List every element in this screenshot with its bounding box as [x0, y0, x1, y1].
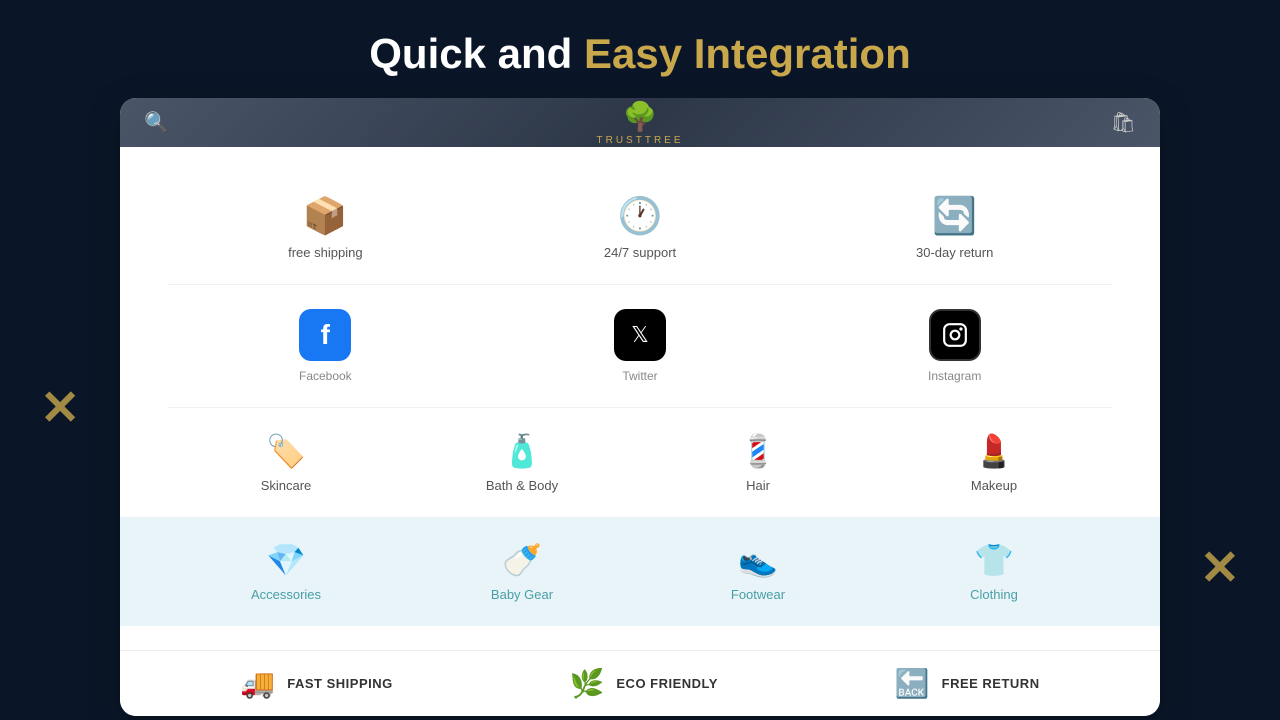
makeup-label: Makeup [971, 478, 1017, 493]
category-baby-gear[interactable]: 🍼 Baby Gear [404, 533, 640, 610]
facebook-label: Facebook [299, 369, 352, 383]
free-return-label: FREE RETURN [942, 676, 1040, 691]
return-icon: 🔄 [932, 195, 977, 237]
decorative-x-right: ✕ [1200, 540, 1240, 596]
baby-gear-icon: 🍼 [502, 541, 542, 579]
footwear-label: Footwear [731, 587, 785, 602]
category-clothing[interactable]: 👕 Clothing [876, 533, 1112, 610]
bottom-bar: 🚚 FAST SHIPPING 🌿 ECO FRIENDLY 🔙 FREE RE… [120, 650, 1160, 716]
free-shipping-label: free shipping [288, 245, 362, 260]
hair-icon: 💈 [738, 432, 778, 470]
page-title: Quick and Easy Integration [0, 30, 1280, 78]
bath-body-icon: 🧴 [502, 432, 542, 470]
category-footwear[interactable]: 👟 Footwear [640, 533, 876, 610]
instagram-label: Instagram [928, 369, 981, 383]
category-bath-body[interactable]: 🧴 Bath & Body [404, 424, 640, 501]
cart-icon[interactable]: 🛍 [1111, 110, 1136, 135]
support-label: 24/7 support [604, 245, 676, 260]
content-area: 📦 free shipping 🕐 24/7 support 🔄 30-day … [120, 147, 1160, 650]
skincare-icon: 🏷️ [266, 432, 306, 470]
bath-body-label: Bath & Body [486, 478, 558, 493]
instagram-icon [929, 309, 981, 361]
footwear-icon: 👟 [738, 541, 778, 579]
social-row: f Facebook 𝕏 Twitter Instagram [168, 285, 1112, 408]
bottom-free-return: 🔙 FREE RETURN [895, 667, 1040, 700]
title-plain: Quick and [369, 30, 584, 77]
clothing-label: Clothing [970, 587, 1018, 602]
eco-friendly-label: ECO FRIENDLY [616, 676, 718, 691]
category-makeup[interactable]: 💄 Makeup [876, 424, 1112, 501]
clothing-icon: 👕 [974, 541, 1014, 579]
feature-support: 🕐 24/7 support [483, 187, 798, 268]
social-instagram[interactable]: Instagram [797, 301, 1112, 391]
page-header: Quick and Easy Integration [0, 0, 1280, 98]
fast-shipping-label: FAST SHIPPING [287, 676, 392, 691]
logo-icon: 🌳 [623, 100, 658, 133]
hair-label: Hair [746, 478, 770, 493]
accessories-icon: 💎 [266, 541, 306, 579]
navbar: 🔍 🌳 TRUSTTREE 🛍 [120, 98, 1160, 147]
free-return-icon: 🔙 [895, 667, 930, 700]
twitter-icon: 𝕏 [614, 309, 666, 361]
feature-free-shipping: 📦 free shipping [168, 187, 483, 268]
decorative-x-left: ✕ [40, 380, 80, 436]
search-icon[interactable]: 🔍 [144, 110, 169, 135]
support-icon: 🕐 [618, 195, 663, 237]
features-row: 📦 free shipping 🕐 24/7 support 🔄 30-day … [168, 171, 1112, 285]
fast-shipping-icon: 🚚 [240, 667, 275, 700]
feature-return: 🔄 30-day return [797, 187, 1112, 268]
category-accessories[interactable]: 💎 Accessories [168, 533, 404, 610]
store-widget: 🔍 🌳 TRUSTTREE 🛍 📦 free shipping 🕐 24/7 s… [120, 98, 1160, 716]
accessories-label: Accessories [251, 587, 321, 602]
baby-gear-label: Baby Gear [491, 587, 553, 602]
free-shipping-icon: 📦 [303, 195, 348, 237]
facebook-icon: f [299, 309, 351, 361]
category-skincare[interactable]: 🏷️ Skincare [168, 424, 404, 501]
category-row-2: 💎 Accessories 🍼 Baby Gear 👟 Footwear 👕 C… [120, 517, 1160, 626]
return-label: 30-day return [916, 245, 993, 260]
category-hair[interactable]: 💈 Hair [640, 424, 876, 501]
logo-text: TRUSTTREE [597, 135, 684, 146]
social-facebook[interactable]: f Facebook [168, 301, 483, 391]
bottom-fast-shipping: 🚚 FAST SHIPPING [240, 667, 392, 700]
twitter-label: Twitter [622, 369, 657, 383]
skincare-label: Skincare [261, 478, 312, 493]
navbar-logo: 🌳 TRUSTTREE [597, 100, 684, 146]
social-twitter[interactable]: 𝕏 Twitter [483, 301, 798, 391]
bottom-eco-friendly: 🌿 ECO FRIENDLY [570, 667, 718, 700]
title-accent: Easy Integration [584, 30, 911, 77]
category-row-1: 🏷️ Skincare 🧴 Bath & Body 💈 Hair 💄 Makeu… [168, 408, 1112, 517]
makeup-icon: 💄 [974, 432, 1014, 470]
eco-friendly-icon: 🌿 [570, 667, 605, 700]
